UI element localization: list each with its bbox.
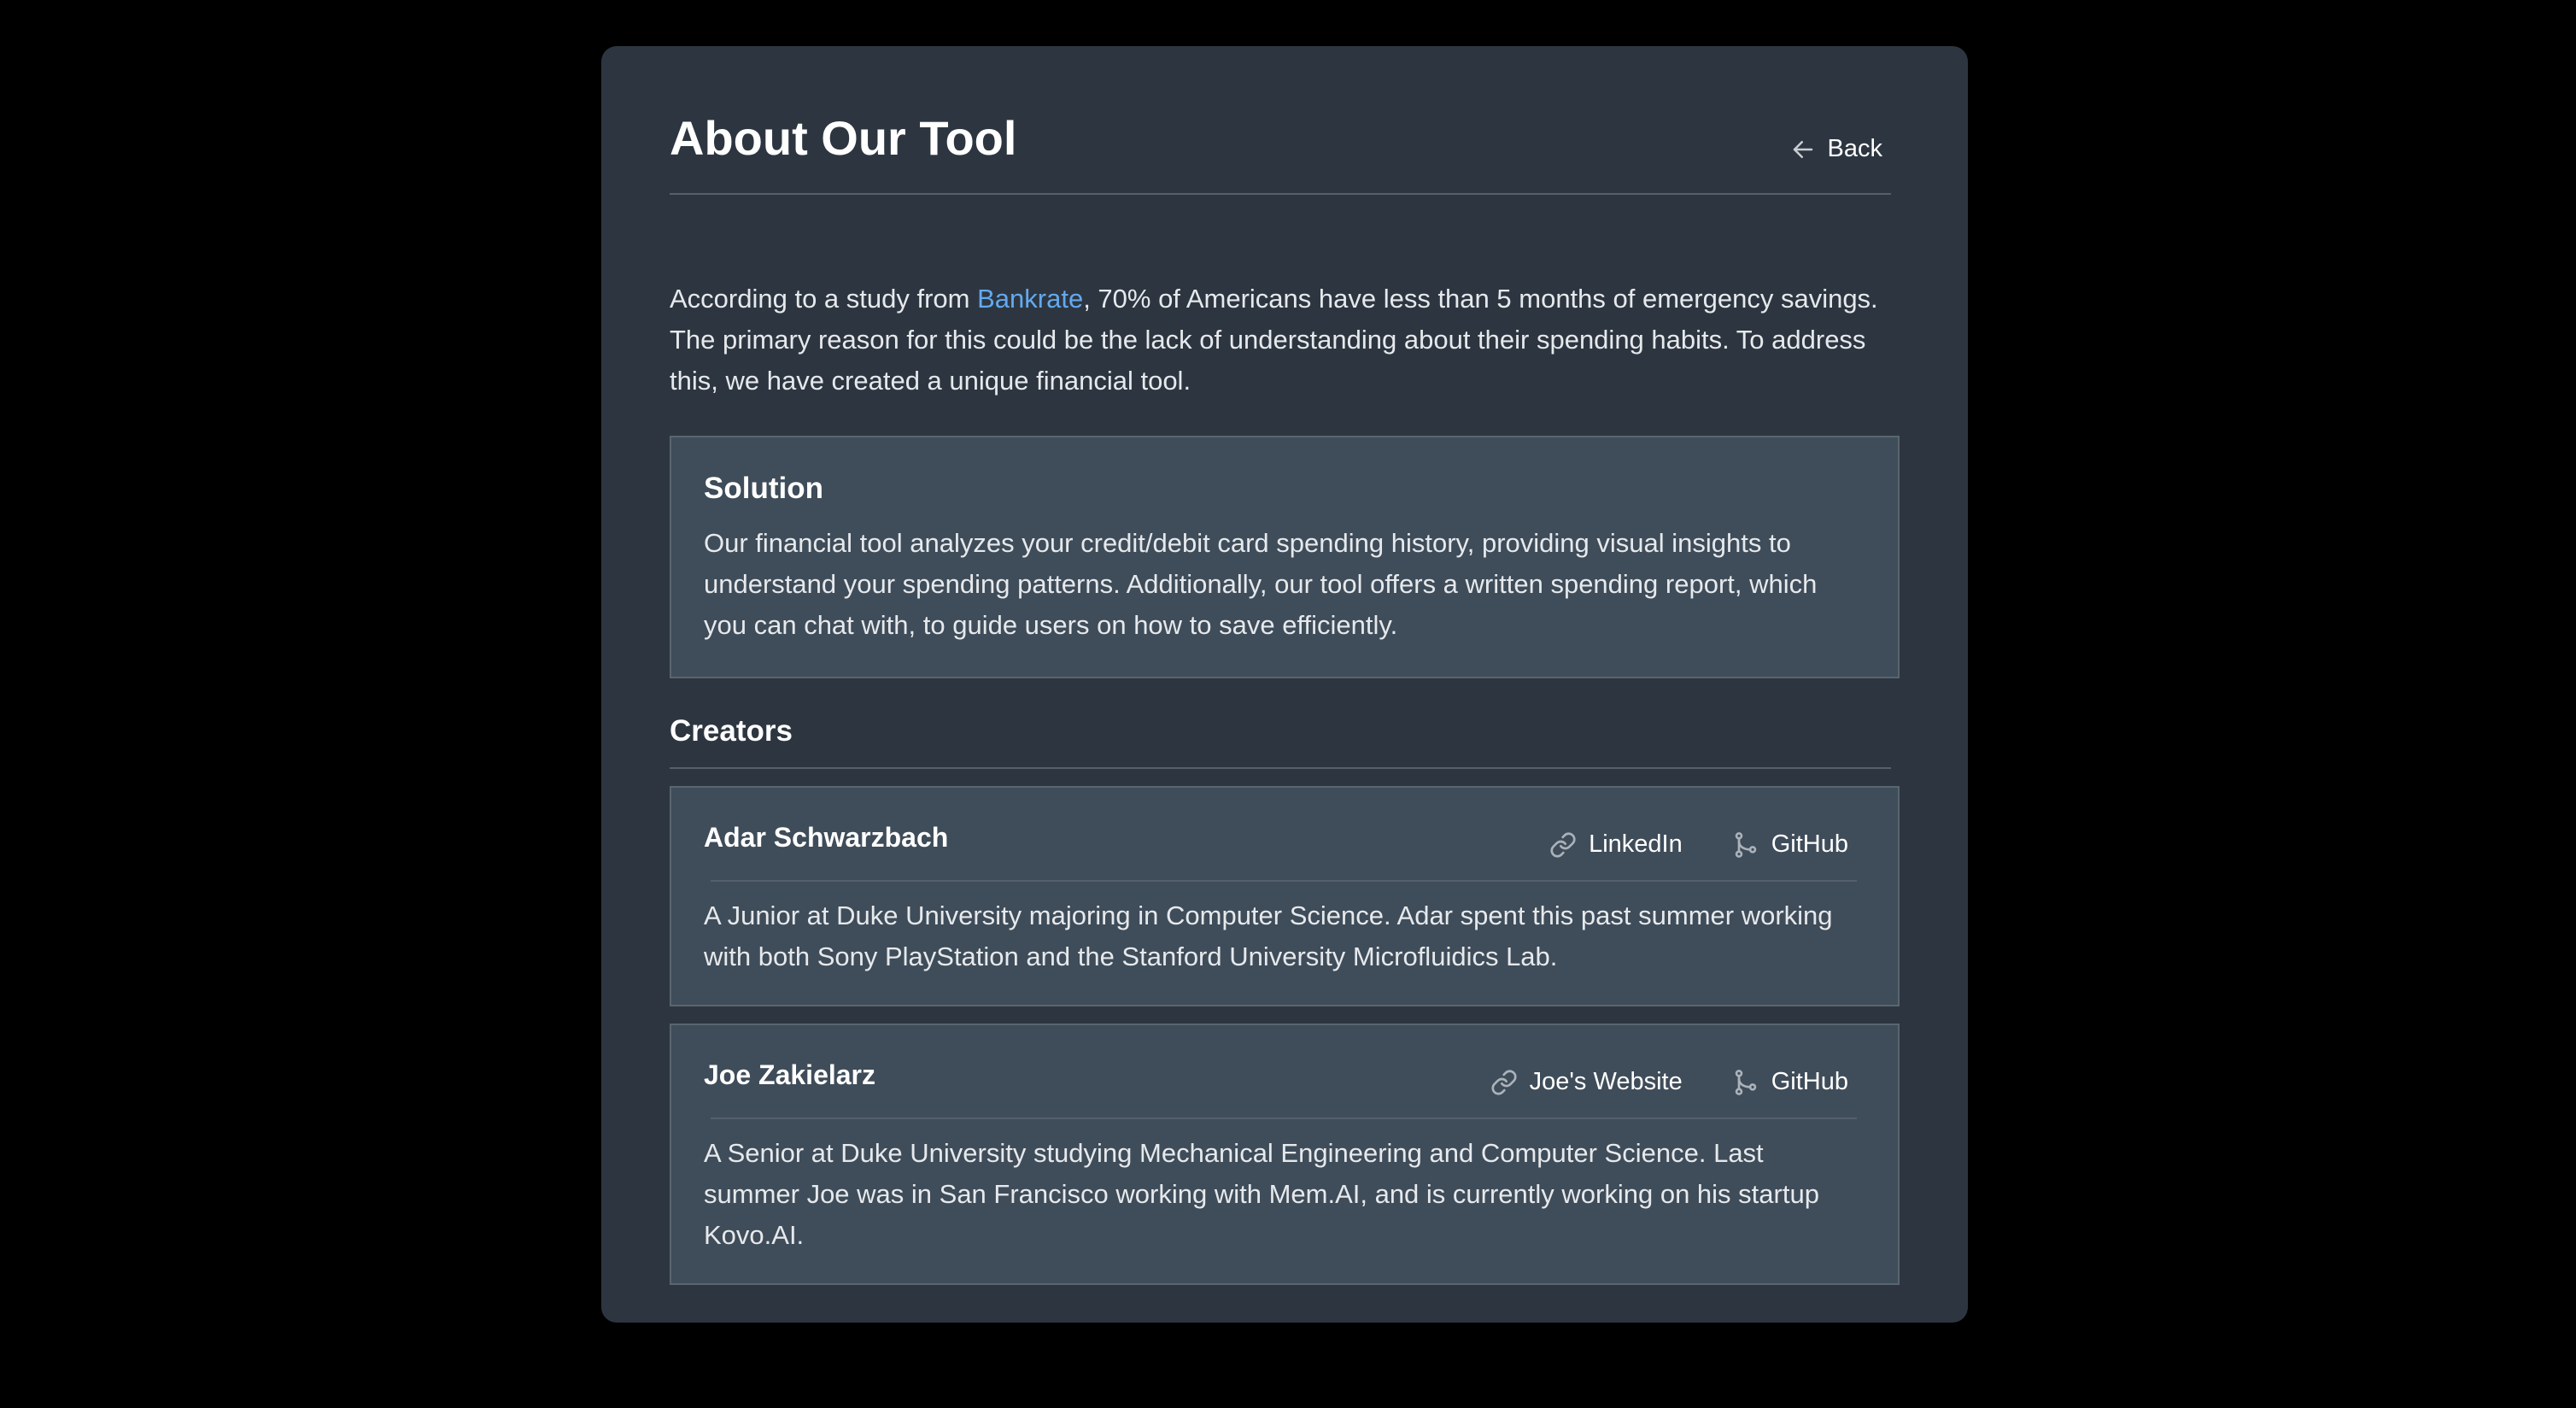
intro-paragraph: According to a study from Bankrate, 70% … [670,279,1900,402]
linkedin-link[interactable]: LinkedIn [1549,830,1683,859]
creators-section-header: Creators [670,678,1900,769]
creators-heading: Creators [670,714,793,748]
git-branch-icon [1732,831,1759,859]
bankrate-link[interactable]: Bankrate [977,284,1083,314]
solution-panel: Solution Our financial tool analyzes you… [670,436,1900,678]
link-icon [1490,1069,1518,1096]
creator-divider [711,880,1857,882]
github-link-label: GitHub [1771,1068,1848,1095]
git-branch-icon [1732,1069,1759,1096]
creator-card-adar: Adar Schwarzbach LinkedIn GitHub A Junio… [670,786,1900,1006]
back-button[interactable]: Back [1790,135,1882,163]
creator-bio: A Senior at Duke University studying Mec… [704,1138,1819,1250]
page-header: About Our Tool Back [670,46,1900,197]
page-title: About Our Tool [670,111,1017,165]
website-link-label: Joe's Website [1529,1068,1683,1095]
creators-divider [670,767,1891,769]
solution-body: Our financial tool analyzes your credit/… [704,528,1818,640]
website-link[interactable]: Joe's Website [1490,1068,1683,1096]
linkedin-link-label: LinkedIn [1589,830,1683,858]
about-card: About Our Tool Back According to a study… [601,46,1968,1323]
creator-links: Joe's Website GitHub [1490,1068,1848,1096]
creator-card-joe: Joe Zakielarz Joe's Website GitHub A Sen… [670,1024,1900,1285]
creator-divider [711,1118,1857,1119]
back-button-label: Back [1827,135,1882,162]
creator-name: Joe Zakielarz [704,1059,875,1090]
creator-bio: A Junior at Duke University majoring in … [704,901,1833,971]
link-icon [1549,831,1577,859]
creator-name: Adar Schwarzbach [704,822,949,853]
header-divider [670,193,1891,195]
solution-heading: Solution [704,472,823,505]
intro-text-before: According to a study from [670,284,978,314]
github-link[interactable]: GitHub [1732,1068,1848,1096]
github-link-label: GitHub [1771,830,1848,858]
github-link[interactable]: GitHub [1732,830,1848,859]
creator-links: LinkedIn GitHub [1549,830,1848,859]
arrow-left-icon [1790,137,1816,162]
